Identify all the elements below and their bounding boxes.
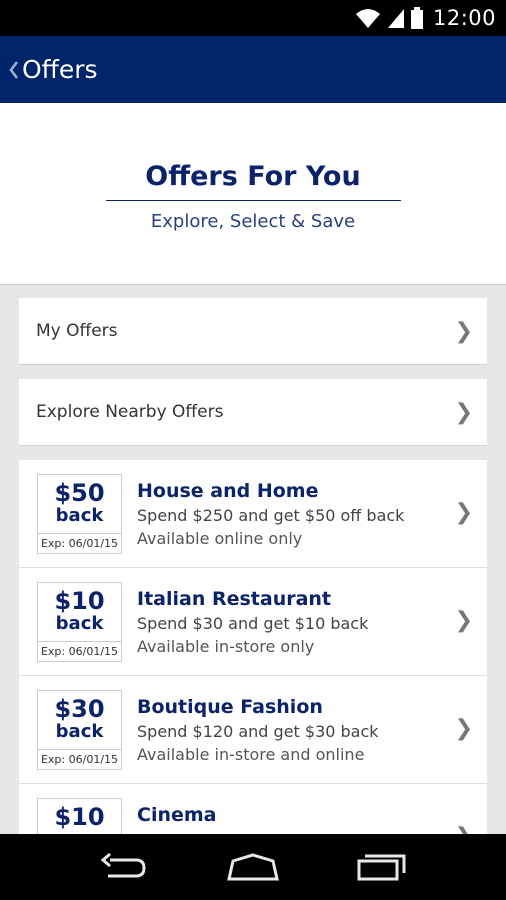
- offer-name: Boutique Fashion: [137, 696, 323, 718]
- hero-subtitle: Explore, Select & Save: [150, 211, 356, 232]
- offer-amount: $50: [54, 479, 105, 507]
- status-bar: 12:00: [0, 0, 506, 36]
- recents-icon: [357, 854, 406, 881]
- nav-back-button[interactable]: [89, 834, 159, 900]
- chevron-right-icon: ❯: [454, 500, 473, 525]
- battery-icon: [410, 7, 423, 29]
- explore-nearby-card[interactable]: Explore Nearby Offers ❯: [19, 379, 487, 446]
- offer-item[interactable]: $50 back Exp: 06/01/15 House and Home Sp…: [19, 460, 487, 568]
- chevron-right-icon: ❯: [454, 318, 473, 344]
- offer-availability: Available in-store only: [137, 637, 315, 656]
- offers-list: $50 back Exp: 06/01/15 House and Home Sp…: [19, 460, 487, 834]
- nav-home-button[interactable]: [218, 834, 288, 900]
- my-offers-label: My Offers: [36, 321, 118, 341]
- offer-badge: $30 back Exp: 06/01/15: [37, 690, 122, 770]
- chevron-left-icon: [9, 60, 18, 79]
- offer-description: Spend $120 and get $30 back: [137, 722, 379, 741]
- offer-badge: $10 back Exp: 06/01/15: [37, 582, 122, 662]
- offer-badge: $10: [37, 798, 122, 834]
- hero-section: Offers For You Explore, Select & Save: [0, 103, 506, 285]
- offer-description: Spend $250 and get $50 off back: [137, 506, 405, 525]
- explore-nearby-link[interactable]: Explore Nearby Offers ❯: [19, 379, 487, 445]
- offer-back-label: back: [55, 721, 104, 742]
- offer-amount: $10: [54, 803, 105, 831]
- offer-item[interactable]: $10 Cinema ❯: [19, 784, 487, 834]
- offer-amount: $10: [54, 587, 105, 615]
- my-offers-link[interactable]: My Offers ❯: [19, 298, 487, 364]
- offer-expiry: Exp: 06/01/15: [38, 533, 121, 553]
- offer-name: Cinema: [137, 804, 217, 826]
- offer-availability: Available in-store and online: [137, 745, 365, 764]
- chevron-right-icon: ❯: [454, 399, 473, 425]
- system-nav-bar: [0, 834, 506, 900]
- my-offers-card[interactable]: My Offers ❯: [19, 298, 487, 365]
- nav-back-icon: [101, 852, 146, 878]
- hero-title: Offers For You: [145, 161, 361, 192]
- status-time: 12:00: [432, 6, 496, 30]
- offer-back-label: back: [55, 505, 104, 526]
- offer-expiry: Exp: 06/01/15: [38, 641, 121, 661]
- status-icons: 12:00: [355, 4, 496, 32]
- offer-availability: Available online only: [137, 529, 303, 548]
- offer-back-label: back: [55, 613, 104, 634]
- hero-divider: [106, 200, 401, 201]
- nav-recents-button[interactable]: [347, 834, 417, 900]
- offer-expiry: Exp: 06/01/15: [38, 749, 121, 769]
- signal-icon: [387, 9, 404, 28]
- page-title: Offers: [22, 55, 98, 84]
- offer-item[interactable]: $30 back Exp: 06/01/15 Boutique Fashion …: [19, 676, 487, 784]
- offer-name: House and Home: [137, 480, 319, 502]
- home-icon: [227, 853, 279, 881]
- offer-name: Italian Restaurant: [137, 588, 332, 610]
- offer-item[interactable]: $10 back Exp: 06/01/15 Italian Restauran…: [19, 568, 487, 676]
- offer-description: Spend $30 and get $10 back: [137, 614, 369, 633]
- chevron-right-icon: ❯: [454, 608, 473, 633]
- chevron-right-icon: ❯: [455, 824, 473, 834]
- chevron-right-icon: ❯: [454, 716, 473, 741]
- explore-nearby-label: Explore Nearby Offers: [36, 402, 224, 422]
- offer-amount: $30: [54, 695, 105, 723]
- app-bar: Offers: [0, 36, 506, 103]
- offer-badge: $50 back Exp: 06/01/15: [37, 474, 122, 554]
- wifi-icon: [355, 9, 380, 28]
